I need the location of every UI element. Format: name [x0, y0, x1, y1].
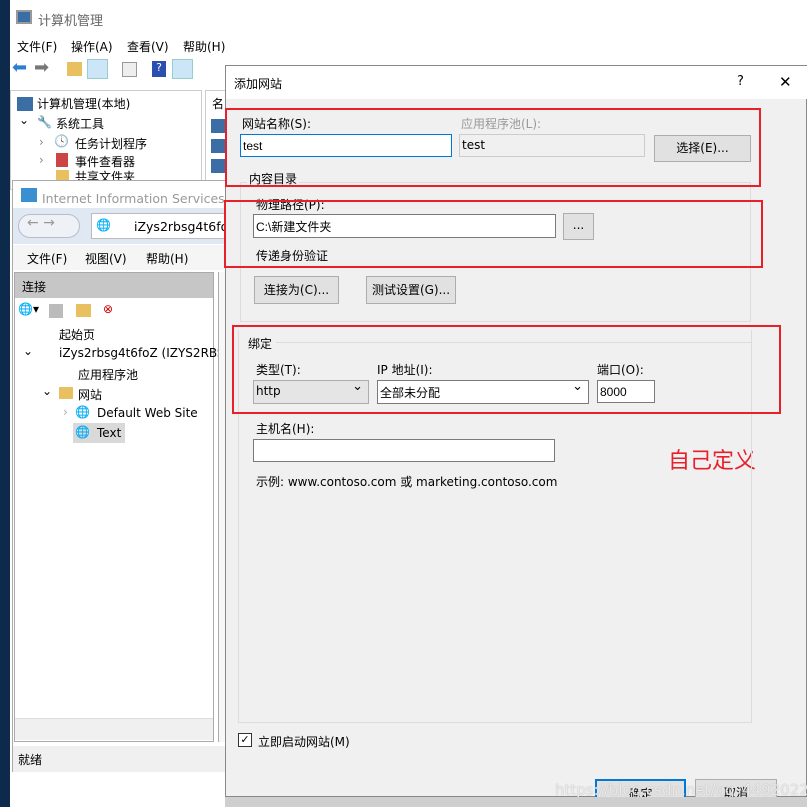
- tools-icon: 🔧: [37, 115, 52, 129]
- menu-help[interactable]: 帮助(H): [183, 38, 225, 55]
- globe-icon: 🌐: [75, 425, 90, 439]
- close-button[interactable]: ✕: [779, 73, 792, 91]
- clock-icon: 🕓: [54, 134, 69, 148]
- action-pane-icon[interactable]: [172, 59, 193, 79]
- globe-icon: 🌐: [75, 405, 90, 419]
- horizontal-scrollbar[interactable]: [15, 718, 213, 740]
- bottom-strip: [225, 797, 807, 807]
- chevron-right-icon[interactable]: ›: [63, 405, 68, 419]
- tree-sites[interactable]: 网站: [78, 386, 102, 403]
- connections-header: 连接: [15, 273, 213, 298]
- iis-menu-file[interactable]: 文件(F): [27, 250, 67, 267]
- cm-menu-bar: 文件(F) 操作(A) 查看(V) 帮助(H): [10, 35, 807, 55]
- list-item-icon: [211, 159, 225, 173]
- cm-tree-pane: 计算机管理(本地) ⌄ 🔧 系统工具 › 🕓 任务计划程序 › 事件查看器 共享…: [10, 90, 202, 190]
- nav-back-forward[interactable]: ← →: [18, 214, 80, 238]
- shared-folder-icon: [56, 170, 69, 180]
- highlight-site-name: [225, 108, 761, 187]
- connect-as-button[interactable]: 连接为(C)...: [254, 276, 339, 304]
- computer-icon: [16, 10, 32, 24]
- up-folder-icon[interactable]: [76, 304, 91, 317]
- status-bar: 就绪: [13, 746, 228, 772]
- computer-icon: [17, 97, 33, 111]
- address-text: iZys2rbsg4t6foZ: [134, 219, 237, 234]
- highlight-physical-path: [224, 200, 763, 268]
- iis-address-bar: ← → 🌐 iZys2rbsg4t6foZ: [13, 208, 237, 244]
- list-item-icon: [211, 139, 225, 153]
- folder-icon: [59, 387, 73, 399]
- iis-menu-view[interactable]: 视图(V): [85, 250, 127, 267]
- tree-system-tools[interactable]: 系统工具: [56, 115, 104, 132]
- connect-globe-icon[interactable]: 🌐▾: [18, 302, 39, 316]
- export-icon[interactable]: [122, 62, 137, 77]
- dialog-title-bar: 添加网站 ? ✕: [226, 66, 807, 99]
- event-viewer-icon: [56, 153, 68, 167]
- chevron-down-icon[interactable]: ⌄: [23, 344, 33, 358]
- menu-file[interactable]: 文件(F): [17, 38, 57, 55]
- list-item-icon: [211, 119, 225, 133]
- highlight-binding: [232, 325, 781, 414]
- tree-task-scheduler[interactable]: 任务计划程序: [75, 135, 147, 152]
- save-icon[interactable]: [49, 304, 63, 318]
- chevron-right-icon[interactable]: ›: [39, 153, 44, 167]
- help-button[interactable]: ?: [737, 74, 744, 89]
- back-arrow-icon[interactable]: ⬅: [12, 57, 27, 78]
- iis-menu-help[interactable]: 帮助(H): [146, 250, 188, 267]
- pane-title: 连接: [22, 280, 47, 294]
- tree-default-web-site[interactable]: Default Web Site: [97, 406, 198, 420]
- tree-start-page[interactable]: 起始页: [59, 326, 95, 343]
- cm-title: 计算机管理: [38, 14, 104, 29]
- chevron-right-icon[interactable]: ›: [39, 135, 44, 149]
- start-now-checkbox[interactable]: ✓: [238, 733, 252, 747]
- column-header-name[interactable]: 名: [212, 95, 224, 112]
- menu-view[interactable]: 查看(V): [127, 38, 169, 55]
- iis-icon: [21, 188, 37, 202]
- address-field[interactable]: 🌐 iZys2rbsg4t6foZ: [91, 213, 237, 239]
- test-settings-button[interactable]: 测试设置(G)...: [366, 276, 456, 304]
- status-text: 就绪: [18, 753, 43, 767]
- forward-arrow-icon[interactable]: ➡: [34, 57, 49, 78]
- iis-menu-bar: 文件(F) 视图(V) 帮助(H): [13, 245, 228, 270]
- dialog-title: 添加网站: [234, 77, 283, 91]
- cm-title-bar: 计算机管理: [10, 0, 807, 35]
- help-icon[interactable]: ?: [152, 61, 166, 77]
- tree-text-site[interactable]: Text: [97, 426, 121, 440]
- menu-action[interactable]: 操作(A): [71, 38, 113, 55]
- show-tree-icon[interactable]: [87, 59, 108, 79]
- iis-manager-window: Internet Information Services (IIS) 管理器 …: [12, 180, 295, 772]
- chevron-down-icon[interactable]: ⌄: [42, 384, 52, 398]
- tree-app-pools[interactable]: 应用程序池: [78, 366, 138, 383]
- globe-icon: 🌐: [96, 218, 111, 232]
- disconnect-icon[interactable]: ⊗: [103, 302, 113, 316]
- connections-pane: 连接 🌐▾ ⊗ 起始页 ⌄ iZys2rbsg4t6foZ (IZYS2RBSG…: [14, 272, 286, 742]
- start-now-label[interactable]: 立即启动网站(M): [258, 733, 350, 750]
- tree-computer-management[interactable]: 计算机管理(本地): [37, 95, 130, 112]
- up-folder-icon[interactable]: [67, 62, 82, 76]
- chevron-down-icon[interactable]: ⌄: [19, 113, 29, 127]
